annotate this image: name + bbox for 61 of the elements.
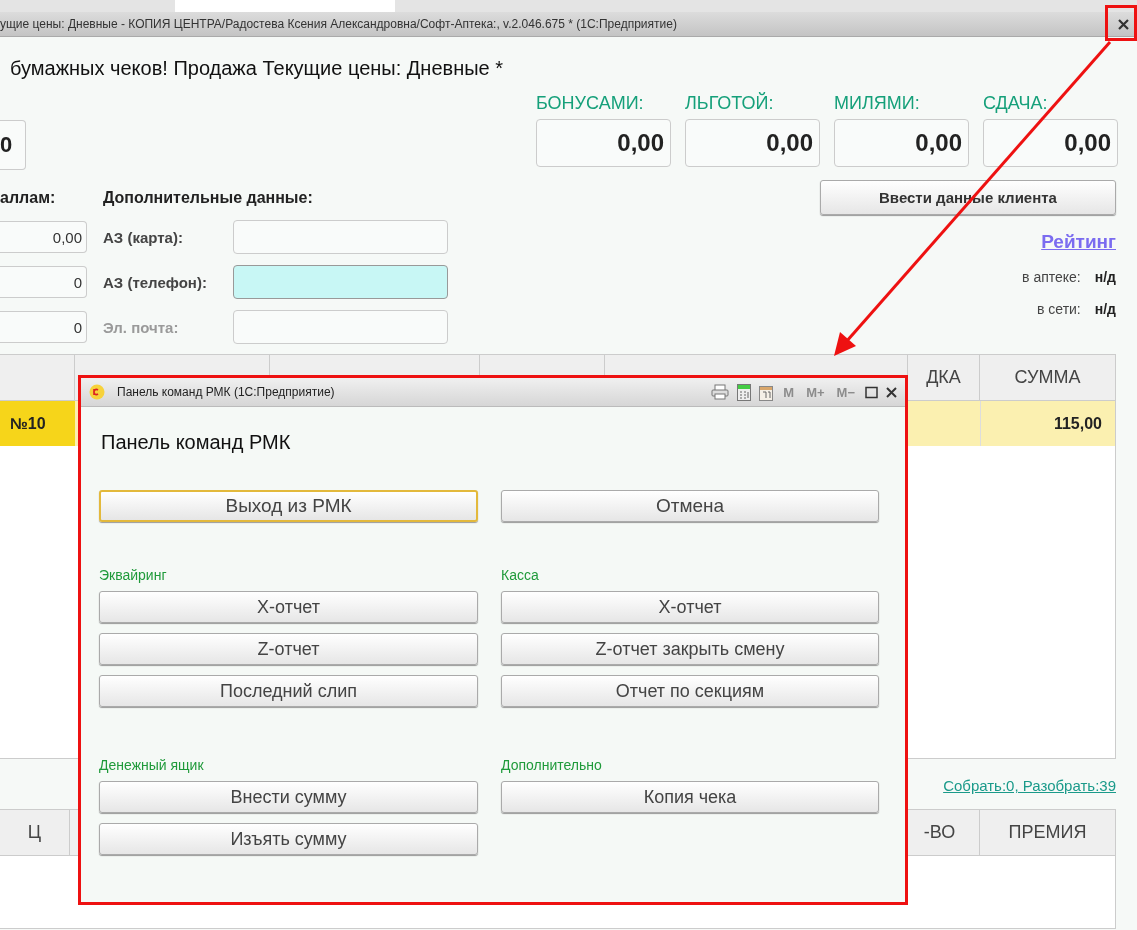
input-field[interactable]	[233, 220, 448, 254]
group-title: Денежный ящик	[99, 757, 205, 773]
payment-field[interactable]: 0,00	[983, 119, 1118, 167]
input-field[interactable]	[233, 265, 448, 299]
dialog-heading: Панель команд РМК	[101, 431, 292, 454]
rating-value: н/д	[1094, 269, 1116, 285]
dialog-title: Панель команд РМК (1С:Предприятие)	[117, 385, 336, 399]
column-header: ПРЕМИЯ	[980, 810, 1116, 855]
command-button[interactable]: Копия чека	[501, 781, 879, 813]
payment-label: СДАЧА:	[983, 93, 1049, 115]
command-button[interactable]: Z-отчет	[99, 633, 478, 665]
command-button[interactable]: X-отчет	[501, 591, 879, 623]
document-heading: бумажных чеков! Продажа Текущие цены: Дневные *	[9, 56, 505, 81]
points-field[interactable]: 0	[0, 311, 87, 343]
group-title: Эквайринг	[99, 567, 168, 583]
field-label: Эл. почта:	[103, 318, 180, 336]
rating-label: в сети:	[1037, 301, 1081, 317]
maximize-button[interactable]	[865, 385, 878, 399]
command-button[interactable]: Отмена	[501, 490, 879, 522]
column-header: Ц	[0, 810, 70, 855]
calendar-icon	[759, 383, 774, 401]
total-field: 0	[0, 120, 26, 170]
payment-field[interactable]: 0,00	[685, 119, 820, 167]
field-label: АЗ (карта):	[103, 228, 184, 246]
calculator-icon	[737, 383, 752, 401]
maximize-icon	[865, 385, 878, 399]
close-icon	[1118, 19, 1129, 30]
print-button[interactable]	[711, 384, 730, 400]
points-field[interactable]: 0	[0, 266, 87, 298]
group-title: Касса	[501, 567, 540, 583]
calculator-button[interactable]	[737, 383, 752, 401]
command-button[interactable]: Внести сумму	[99, 781, 478, 813]
command-button[interactable]: Выход из РМК	[99, 490, 478, 522]
table-cell: №10	[0, 401, 75, 446]
printer-icon	[711, 384, 730, 400]
command-button[interactable]: Последний слип	[99, 675, 478, 707]
group-title: Дополнительно	[501, 757, 603, 773]
highlight-frame	[1105, 5, 1137, 41]
command-button[interactable]: Z-отчет закрыть смену	[501, 633, 879, 665]
command-button[interactable]: Изъять сумму	[99, 823, 478, 855]
rating-label: в аптеке:	[1022, 269, 1081, 285]
section-title: Дополнительные данные:	[103, 189, 313, 207]
command-button[interactable]: Отчет по секциям	[501, 675, 879, 707]
payment-label: БОНУСАМИ:	[536, 93, 645, 115]
window-title: ущие цены: Дневные - КОПИЯ ЦЕНТРА/Радостева Ксения Александровна/Софт-Аптека:, v.2.046.675 * (1С:Предприятие)	[0, 17, 677, 31]
points-label: аллам:	[0, 189, 57, 207]
table-cell: 115,00	[980, 401, 1116, 446]
command-button[interactable]: X-отчет	[99, 591, 478, 623]
payment-label: ЛЬГОТОЙ:	[685, 93, 775, 115]
payment-field[interactable]: 0,00	[536, 119, 671, 167]
calendar-button[interactable]	[759, 383, 774, 401]
payment-field[interactable]: 0,00	[834, 119, 969, 167]
rating-value: н/д	[1094, 301, 1116, 317]
logo-icon	[89, 384, 105, 400]
close-button[interactable]	[886, 386, 897, 398]
column-header: СУММА	[980, 355, 1116, 400]
close-icon	[886, 386, 897, 398]
rating-link[interactable]: Рейтинг	[1041, 231, 1116, 253]
payment-label: МИЛЯМИ:	[834, 93, 921, 115]
field-label: АЗ (телефон):	[103, 273, 208, 291]
points-field[interactable]: 0,00	[0, 221, 87, 253]
